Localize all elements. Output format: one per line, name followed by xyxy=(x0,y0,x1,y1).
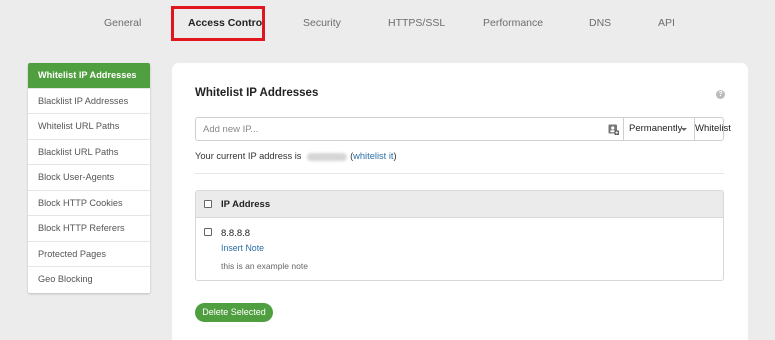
main-panel: Whitelist IP Addresses ? Permanently Whi… xyxy=(172,63,748,340)
sidebar-item-whitelist-ip[interactable]: Whitelist IP Addresses xyxy=(28,63,150,89)
duration-value: Permanently xyxy=(629,123,683,134)
table-row: 8.8.8.8 Insert Note this is an example n… xyxy=(196,218,723,280)
close-paren: ) xyxy=(393,151,397,161)
tab-https-ssl[interactable]: HTTPS/SSL xyxy=(388,17,445,29)
tab-access-control[interactable]: Access Control xyxy=(188,17,265,29)
sidebar-item-block-user-agents[interactable]: Block User-Agents xyxy=(28,165,150,191)
sidebar-item-blacklist-ip[interactable]: Blacklist IP Addresses xyxy=(28,89,150,114)
current-ip-line: Your current IP address is (whitelist it… xyxy=(195,151,397,161)
sidebar-item-whitelist-url[interactable]: Whitelist URL Paths xyxy=(28,114,150,140)
whitelist-button[interactable]: Whitelist xyxy=(694,118,731,140)
add-ip-input[interactable] xyxy=(196,118,606,140)
sidebar-menu: Whitelist IP Addresses Blacklist IP Addr… xyxy=(28,63,150,293)
sidebar-item-blacklist-url[interactable]: Blacklist URL Paths xyxy=(28,140,150,165)
tab-general[interactable]: General xyxy=(104,17,141,29)
sidebar-item-block-http-cookies[interactable]: Block HTTP Cookies xyxy=(28,191,150,216)
current-ip-prefix: Your current IP address is xyxy=(195,151,302,161)
sidebar-item-geo-blocking[interactable]: Geo Blocking xyxy=(28,267,150,293)
redacted-ip-address xyxy=(307,152,348,161)
page-title: Whitelist IP Addresses xyxy=(195,87,319,99)
duration-select[interactable]: Permanently xyxy=(623,118,694,140)
chevron-down-icon xyxy=(681,128,687,131)
top-tab-bar: General Access Control Security HTTPS/SS… xyxy=(0,0,775,46)
insert-note-link[interactable]: Insert Note xyxy=(221,243,264,253)
select-all-checkbox[interactable] xyxy=(204,200,212,208)
row-note: this is an example note xyxy=(221,261,308,271)
ip-table: IP Address 8.8.8.8 Insert Note this is a… xyxy=(195,190,724,281)
whitelist-it-link[interactable]: whitelist it xyxy=(353,151,393,161)
sidebar-item-block-http-referers[interactable]: Block HTTP Referers xyxy=(28,216,150,242)
tab-performance[interactable]: Performance xyxy=(483,17,543,29)
tab-api[interactable]: API xyxy=(658,17,675,29)
contacts-icon[interactable] xyxy=(606,118,620,140)
help-icon[interactable]: ? xyxy=(716,90,725,99)
table-header: IP Address xyxy=(196,191,723,218)
delete-selected-button[interactable]: Delete Selected xyxy=(195,303,273,322)
column-header-ip: IP Address xyxy=(221,199,271,210)
ip-address-value: 8.8.8.8 xyxy=(221,228,251,239)
tab-security[interactable]: Security xyxy=(303,17,341,29)
sidebar-item-protected-pages[interactable]: Protected Pages xyxy=(28,242,150,267)
add-ip-row: Permanently Whitelist xyxy=(195,117,731,141)
tab-dns[interactable]: DNS xyxy=(589,17,611,29)
section-divider xyxy=(195,173,724,174)
row-checkbox[interactable] xyxy=(204,228,212,236)
